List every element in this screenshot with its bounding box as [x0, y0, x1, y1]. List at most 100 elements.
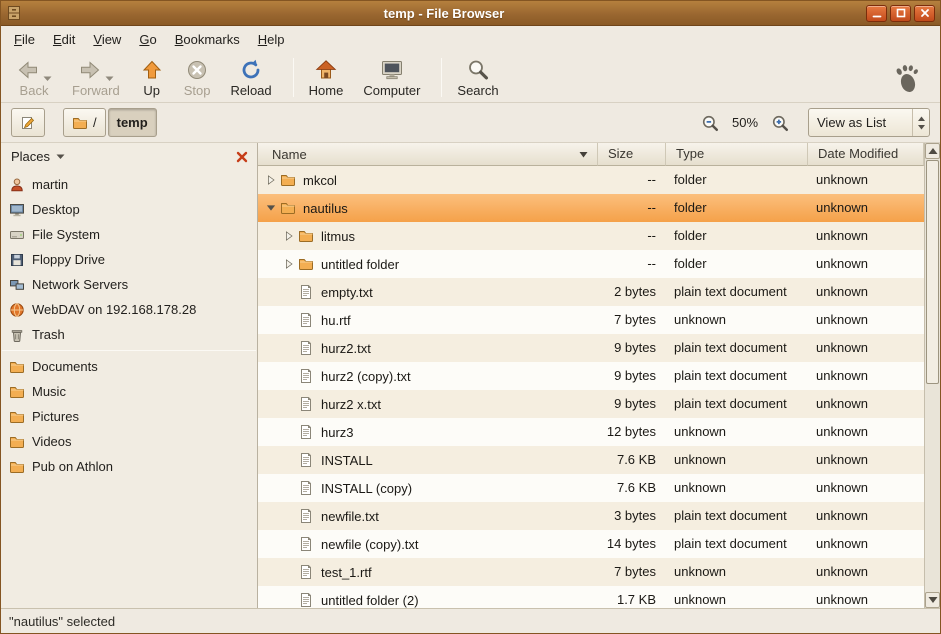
- file-name-cell: hurz2 (copy).txt: [258, 362, 598, 390]
- folder-icon: [298, 228, 314, 244]
- file-name: untitled folder (2): [321, 593, 419, 608]
- scroll-up-button[interactable]: [925, 143, 940, 159]
- place-network-servers[interactable]: Network Servers: [1, 272, 257, 297]
- place-webdav-on-192-168-178-28[interactable]: WebDAV on 192.168.178.28: [1, 297, 257, 322]
- expander-collapsed[interactable]: [280, 258, 298, 270]
- column-header-size[interactable]: Size: [598, 143, 666, 166]
- file-row-nautilus[interactable]: nautilus--folderunknown: [258, 194, 924, 222]
- file-name: newfile.txt: [321, 509, 379, 524]
- file-type: plain text document: [666, 362, 808, 390]
- toolbar-reload-button[interactable]: Reload: [223, 55, 278, 100]
- path-button-temp[interactable]: temp: [108, 108, 157, 137]
- file-row-install-copy[interactable]: INSTALL (copy)7.6 KBunknownunknown: [258, 474, 924, 502]
- place-desktop[interactable]: Desktop: [1, 197, 257, 222]
- expander-expanded[interactable]: [262, 202, 280, 214]
- places-close-button[interactable]: [233, 148, 251, 166]
- menu-go[interactable]: Go: [130, 26, 165, 53]
- places-caret-icon: [56, 153, 65, 160]
- toolbar-up-button[interactable]: Up: [133, 55, 171, 100]
- minimize-button[interactable]: [866, 5, 887, 22]
- path-button-root[interactable]: /: [63, 108, 106, 137]
- toolbar-home-button[interactable]: Home: [302, 55, 351, 100]
- place-floppy-drive[interactable]: Floppy Drive: [1, 247, 257, 272]
- place-label: Network Servers: [32, 277, 128, 292]
- zoom-in-button[interactable]: [766, 109, 794, 137]
- file-row-hurz3[interactable]: hurz312 bytesunknownunknown: [258, 418, 924, 446]
- user-home-icon: [9, 177, 25, 193]
- window-title: temp - File Browser: [22, 6, 866, 21]
- pathbar: / temp: [63, 108, 157, 137]
- place-pub-on-athlon[interactable]: Pub on Athlon: [1, 454, 257, 479]
- file-row-untitled-folder-2[interactable]: untitled folder (2)1.7 KBunknownunknown: [258, 586, 924, 608]
- window-menu-icon[interactable]: [6, 5, 22, 21]
- place-file-system[interactable]: File System: [1, 222, 257, 247]
- file-name-cell: untitled folder (2): [258, 586, 598, 608]
- toolbar-button-label: Stop: [184, 83, 211, 98]
- menu-view[interactable]: View: [84, 26, 130, 53]
- file-row-newfile-copy-txt[interactable]: newfile (copy).txt14 bytesplain text doc…: [258, 530, 924, 558]
- zoom-out-button[interactable]: [696, 109, 724, 137]
- menu-edit[interactable]: Edit: [44, 26, 84, 53]
- scroll-handle[interactable]: [926, 160, 939, 384]
- file-type: unknown: [666, 558, 808, 586]
- expander-collapsed[interactable]: [280, 230, 298, 242]
- expander-collapsed[interactable]: [262, 174, 280, 186]
- folder-icon: [9, 384, 25, 400]
- scroll-down-button[interactable]: [925, 592, 940, 608]
- toolbar-computer-button[interactable]: Computer: [356, 55, 427, 100]
- column-label: Name: [272, 144, 307, 165]
- view-selector[interactable]: View as List: [808, 108, 930, 137]
- close-button[interactable]: [914, 5, 935, 22]
- menu-file[interactable]: File: [5, 26, 44, 53]
- file-type: unknown: [666, 418, 808, 446]
- menu-help[interactable]: Help: [249, 26, 294, 53]
- file-row-newfile-txt[interactable]: newfile.txt3 bytesplain text documentunk…: [258, 502, 924, 530]
- menu-bookmarks[interactable]: Bookmarks: [166, 26, 249, 53]
- place-music[interactable]: Music: [1, 379, 257, 404]
- column-header-date-modified[interactable]: Date Modified: [808, 143, 924, 166]
- place-martin[interactable]: martin: [1, 172, 257, 197]
- places-header[interactable]: Places: [1, 143, 257, 170]
- titlebar[interactable]: temp - File Browser: [1, 1, 940, 26]
- file-row-empty-txt[interactable]: empty.txt2 bytesplain text documentunkno…: [258, 278, 924, 306]
- file-row-litmus[interactable]: litmus--folderunknown: [258, 222, 924, 250]
- file-modified: unknown: [808, 250, 924, 278]
- file-row-untitled-folder[interactable]: untitled folder--folderunknown: [258, 250, 924, 278]
- vertical-scrollbar[interactable]: [924, 143, 940, 608]
- place-trash[interactable]: Trash: [1, 322, 257, 347]
- file-row-hurz2-txt[interactable]: hurz2.txt9 bytesplain text documentunkno…: [258, 334, 924, 362]
- file-row-install[interactable]: INSTALL7.6 KBunknownunknown: [258, 446, 924, 474]
- file-list: mkcol--folderunknownnautilus--folderunkn…: [258, 166, 924, 608]
- file-size: 9 bytes: [598, 390, 666, 418]
- scroll-up-icon: [928, 147, 938, 155]
- text-file-icon: [298, 312, 314, 328]
- place-videos[interactable]: Videos: [1, 429, 257, 454]
- file-row-hurz2-x-txt[interactable]: hurz2 x.txt9 bytesplain text documentunk…: [258, 390, 924, 418]
- file-name: hu.rtf: [321, 313, 351, 328]
- view-selector-spinner[interactable]: [912, 109, 929, 136]
- column-header-name[interactable]: Name: [258, 143, 598, 166]
- file-type: plain text document: [666, 278, 808, 306]
- file-name-cell: nautilus: [258, 194, 598, 222]
- edit-location-button[interactable]: [11, 108, 45, 137]
- place-label: Videos: [32, 434, 72, 449]
- reload-icon: [239, 58, 263, 82]
- file-size: 3 bytes: [598, 502, 666, 530]
- maximize-button[interactable]: [890, 5, 911, 22]
- place-pictures[interactable]: Pictures: [1, 404, 257, 429]
- file-name: litmus: [321, 229, 355, 244]
- file-row-mkcol[interactable]: mkcol--folderunknown: [258, 166, 924, 194]
- toolbar-button-label: Back: [20, 83, 49, 98]
- column-header-type[interactable]: Type: [666, 143, 808, 166]
- file-modified: unknown: [808, 194, 924, 222]
- view-selector-value: View as List: [809, 115, 912, 130]
- place-documents[interactable]: Documents: [1, 354, 257, 379]
- file-row-hurz2-copy-txt[interactable]: hurz2 (copy).txt9 bytesplain text docume…: [258, 362, 924, 390]
- file-name-cell: newfile.txt: [258, 502, 598, 530]
- file-type: folder: [666, 166, 808, 194]
- file-row-test-1-rtf[interactable]: test_1.rtf7 bytesunknownunknown: [258, 558, 924, 586]
- toolbar-search-button[interactable]: Search: [450, 55, 505, 100]
- file-row-hu-rtf[interactable]: hu.rtf7 bytesunknownunknown: [258, 306, 924, 334]
- path-label: temp: [117, 115, 148, 130]
- toolbar-separator: [441, 58, 442, 97]
